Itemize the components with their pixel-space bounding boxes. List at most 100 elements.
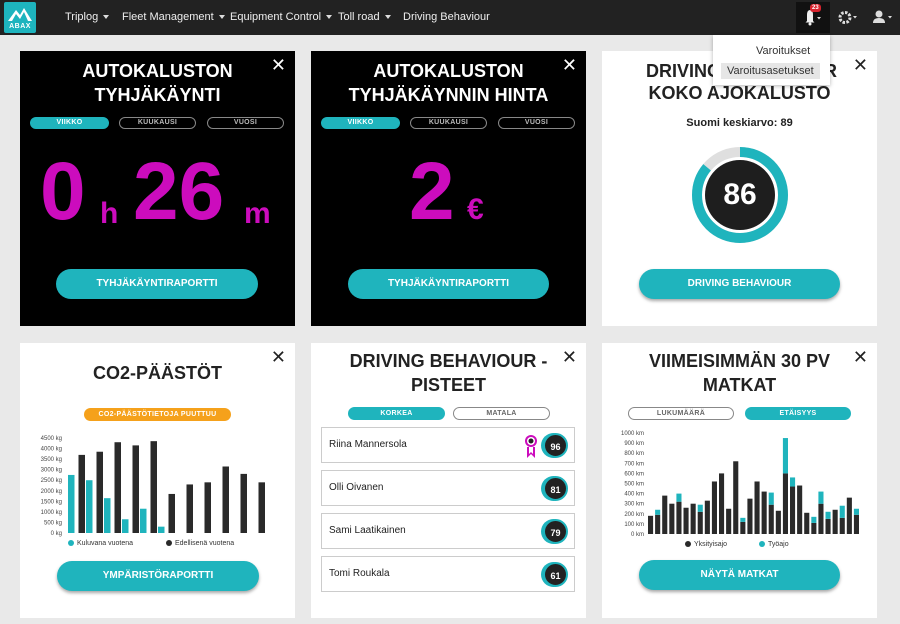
bar-private	[747, 498, 753, 534]
y-tick-label: 1000 km	[621, 431, 644, 437]
bar-previous	[222, 466, 229, 533]
idle-cost-report-button[interactable]: TYHJÄKÄYNTIRAPORTTI	[348, 269, 549, 299]
logo-mountain-icon	[8, 8, 32, 21]
y-tick-label: 900 km	[624, 441, 644, 447]
tab-high[interactable]: KORKEA	[348, 407, 445, 420]
tab-year[interactable]: VUOSI	[207, 117, 284, 129]
y-tick-label: 3500 kg	[41, 457, 62, 463]
environment-report-button[interactable]: YMPÄRISTÖRAPORTTI	[57, 561, 259, 591]
bar-private	[804, 512, 810, 534]
bar-private	[676, 501, 682, 534]
driver-name: Riina Mannersola	[329, 439, 407, 450]
bar-private	[719, 473, 725, 534]
driving-title-line1: DRIVING	[646, 61, 722, 81]
idle-cost-title-line1: AUTOKALUSTON	[373, 61, 524, 81]
bar-current	[86, 480, 93, 533]
idle-report-button[interactable]: TYHJÄKÄYNTIRAPORTTI	[56, 269, 258, 299]
show-trips-button[interactable]: NÄYTÄ MATKAT	[639, 560, 840, 590]
y-tick-label: 3000 kg	[41, 468, 62, 474]
notifications-dropdown: Varoitukset Varoitusasetukset	[713, 35, 830, 85]
nav-triplog-label: Triplog	[65, 11, 99, 23]
menu-item-alert-settings[interactable]: Varoitusasetukset	[721, 63, 820, 79]
bar-private	[768, 504, 774, 534]
y-tick-label: 0 kg	[51, 531, 62, 537]
nav-toll-road[interactable]: Toll road	[338, 0, 391, 35]
bar-private	[797, 485, 803, 534]
trips-title-line2: MATKAT	[702, 375, 777, 395]
list-item[interactable]: Sami Laatikainen 79	[321, 513, 575, 549]
list-item[interactable]: Olli Oivanen 81	[321, 470, 575, 506]
chevron-down-icon	[103, 15, 110, 20]
y-tick-label: 2500 kg	[41, 478, 62, 484]
tab-count[interactable]: LUKUMÄÄRÄ	[628, 407, 734, 420]
trips-chart: 1000 km 900 km 800 km 700 km 600 km 500 km 400…	[621, 431, 859, 538]
y-tick-label: 800 km	[624, 451, 644, 457]
co2-chart: 4500 kg 4000 kg 3500 kg 3000 kg 2500 kg 2000 …	[41, 436, 265, 537]
nav-fleet-management[interactable]: Fleet Management	[122, 0, 225, 35]
abax-logo[interactable]: ABAX	[4, 2, 36, 33]
bar-private	[683, 507, 689, 534]
bar-previous	[132, 445, 139, 533]
list-item[interactable]: Tomi Roukala 61	[321, 556, 575, 592]
bar-work	[768, 492, 774, 505]
y-tick-label: 4000 kg	[41, 447, 62, 453]
close-icon[interactable]: ✕	[853, 56, 868, 74]
bar-private	[775, 510, 781, 534]
tab-year[interactable]: VUOSI	[498, 117, 575, 129]
bar-work	[825, 511, 831, 519]
bar-private	[740, 521, 746, 534]
y-tick-label: 300 km	[624, 502, 644, 508]
legend-dot-private	[685, 541, 691, 548]
tab-month[interactable]: KUUKAUSI	[119, 117, 196, 129]
driver-score: 96	[543, 433, 568, 458]
bar-private	[733, 461, 739, 534]
tab-month[interactable]: KUUKAUSI	[410, 117, 487, 129]
bar-previous	[96, 451, 103, 533]
bar-private	[839, 517, 845, 534]
nav-triplog[interactable]: Triplog	[65, 0, 110, 35]
y-tick-label: 500 km	[624, 482, 644, 488]
bar-private	[697, 511, 703, 534]
settings-button[interactable]	[836, 0, 860, 35]
bar-current	[122, 519, 129, 533]
driving-score-card: ✕ DRIVING R KOKO AJOKALUSTO Suomi keskia…	[602, 51, 877, 326]
bar-work	[811, 516, 817, 523]
nav-equipment-control-label: Equipment Control	[230, 11, 322, 23]
nav-fleet-management-label: Fleet Management	[122, 11, 214, 23]
legend-dot-current	[68, 540, 74, 547]
user-menu-button[interactable]	[871, 0, 895, 35]
bar-private	[832, 509, 838, 534]
driving-score-value: 86	[723, 178, 757, 211]
idle-title-line1: AUTOKALUSTON	[82, 61, 233, 81]
tab-week[interactable]: VIIKKO	[321, 117, 400, 129]
tab-week[interactable]: VIIKKO	[30, 117, 109, 129]
y-tick-label: 4500 kg	[41, 436, 62, 442]
legend-current-year: Kuluvana vuotena	[68, 540, 133, 547]
nav-driving-behaviour[interactable]: Driving Behaviour	[403, 0, 490, 35]
bar-private	[790, 486, 796, 534]
nav-driving-behaviour-label: Driving Behaviour	[403, 11, 490, 23]
bar-previous	[186, 484, 193, 533]
tab-low[interactable]: MATALA	[453, 407, 550, 420]
bar-private	[726, 508, 732, 534]
bar-private	[648, 515, 654, 534]
nav-equipment-control[interactable]: Equipment Control	[230, 0, 333, 35]
award-badge-icon	[525, 435, 537, 458]
bar-private	[818, 503, 824, 534]
y-tick-label: 200 km	[624, 512, 644, 518]
y-tick-label: 500 kg	[44, 520, 62, 526]
legend-current-year-label: Kuluvana vuotena	[77, 540, 134, 547]
driver-score: 79	[543, 519, 568, 544]
bar-private	[853, 514, 859, 534]
list-item[interactable]: Riina Mannersola 96	[321, 427, 575, 463]
tab-distance[interactable]: ETÄISYYS	[745, 407, 851, 420]
bar-work	[818, 491, 824, 504]
bar-work	[740, 517, 746, 522]
driving-behaviour-button[interactable]: DRIVING BEHAVIOUR	[639, 269, 840, 299]
co2-title: CO2-PÄÄSTÖT	[92, 363, 222, 383]
menu-item-alerts[interactable]: Varoitukset	[756, 45, 810, 57]
y-tick-label: 100 km	[624, 522, 644, 528]
bar-previous	[240, 473, 247, 533]
bar-work	[676, 493, 682, 502]
logo-text: ABAX	[9, 23, 31, 30]
